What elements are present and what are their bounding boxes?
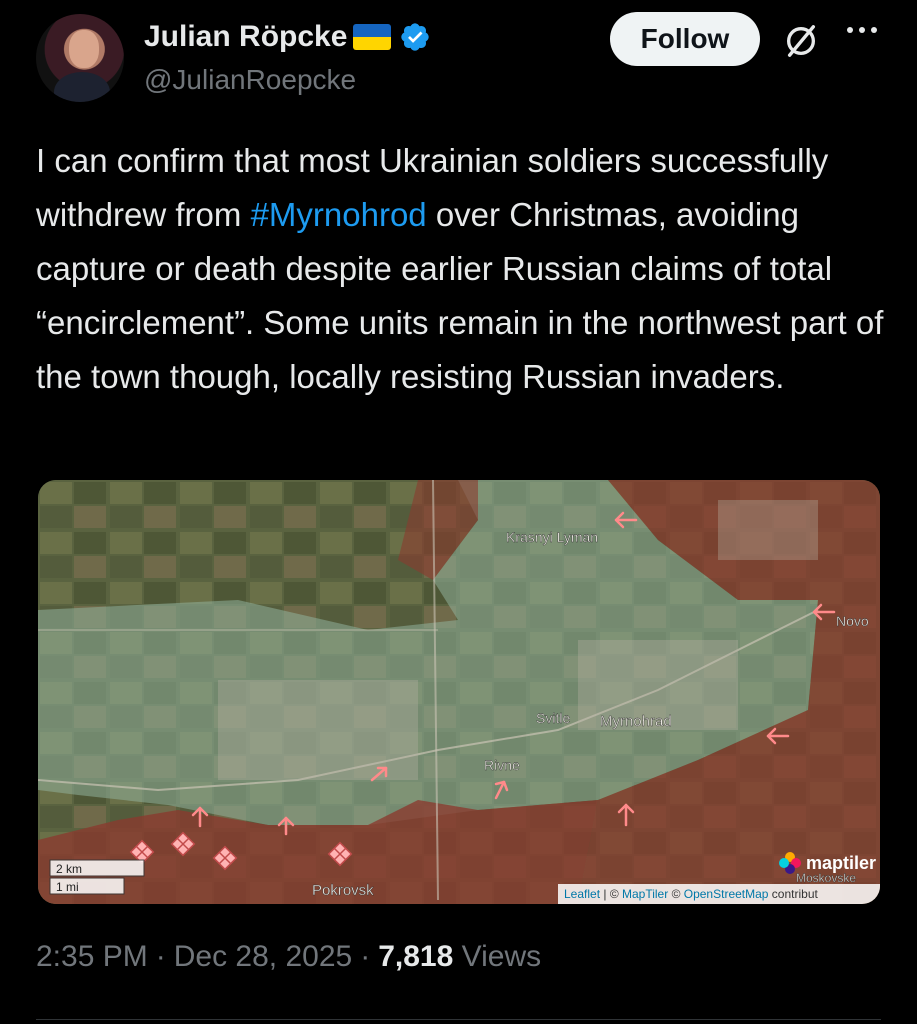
ukraine-flag-icon [353, 24, 392, 50]
divider [36, 1019, 881, 1020]
scale-mi: 1 mi [56, 880, 79, 894]
scale-km: 2 km [56, 862, 82, 876]
attribution-suffix: contribut [768, 887, 818, 901]
avatar[interactable] [36, 14, 124, 102]
label-rivne: Rivne [484, 757, 520, 773]
name-row: Julian Röpcke [144, 20, 431, 54]
views-label: Views [461, 940, 542, 973]
avatar-suit [54, 72, 110, 102]
label-pokrovsk: Pokrovsk [312, 882, 374, 899]
attribution-osm[interactable]: OpenStreetMap [684, 887, 769, 901]
avatar-face [69, 30, 99, 68]
tweet-text: I can confirm that most Ukrainian soldie… [36, 134, 886, 404]
follow-button[interactable]: Follow [610, 12, 760, 66]
tweet-meta: 2:35 PM · Dec 28, 2025 · 7,818 Views [36, 940, 541, 974]
maptiler-logo: maptiler [779, 852, 876, 874]
tweet-header: Julian Röpcke @JulianRoepcke Follow [36, 12, 896, 104]
map-graphic: Krasnyi Lyman Novo Svitle Myrnohrad Rivn… [38, 480, 880, 904]
tweet-date[interactable]: Dec 28, 2025 [174, 940, 352, 974]
attribution: Leaflet | © MapTiler © OpenStreetMap con… [558, 884, 880, 904]
handle[interactable]: @JulianRoepcke [144, 64, 356, 96]
attribution-maptiler[interactable]: MapTiler [622, 887, 668, 901]
label-krasnyi-lyman: Krasnyi Lyman [506, 529, 598, 545]
more-icon[interactable] [842, 20, 882, 40]
label-moskovske: Moskovske [796, 871, 856, 885]
svg-text:Leaflet | © MapTiler © OpenStr: Leaflet | © MapTiler © OpenStreetMap con… [564, 887, 818, 901]
verified-badge-icon[interactable] [399, 21, 431, 53]
attribution-separator: | © [600, 887, 622, 901]
attribution-leaflet[interactable]: Leaflet [564, 887, 601, 901]
grok-icon[interactable] [782, 22, 820, 60]
label-myrnohrad: Myrnohrad [600, 713, 672, 730]
map-image[interactable]: Krasnyi Lyman Novo Svitle Myrnohrad Rivn… [38, 480, 880, 904]
label-svitle: Svitle [536, 710, 570, 726]
label-novo: Novo [836, 613, 869, 629]
display-name[interactable]: Julian Röpcke [144, 20, 347, 54]
maptiler-brand: maptiler [806, 853, 876, 873]
tweet-time[interactable]: 2:35 PM [36, 940, 148, 974]
attribution-separator: © [668, 887, 684, 901]
hashtag-link[interactable]: #Myrnohrod [251, 196, 427, 233]
views-count: 7,818 [378, 940, 454, 973]
meta-separator: · [155, 940, 166, 973]
meta-separator: · [360, 940, 371, 973]
